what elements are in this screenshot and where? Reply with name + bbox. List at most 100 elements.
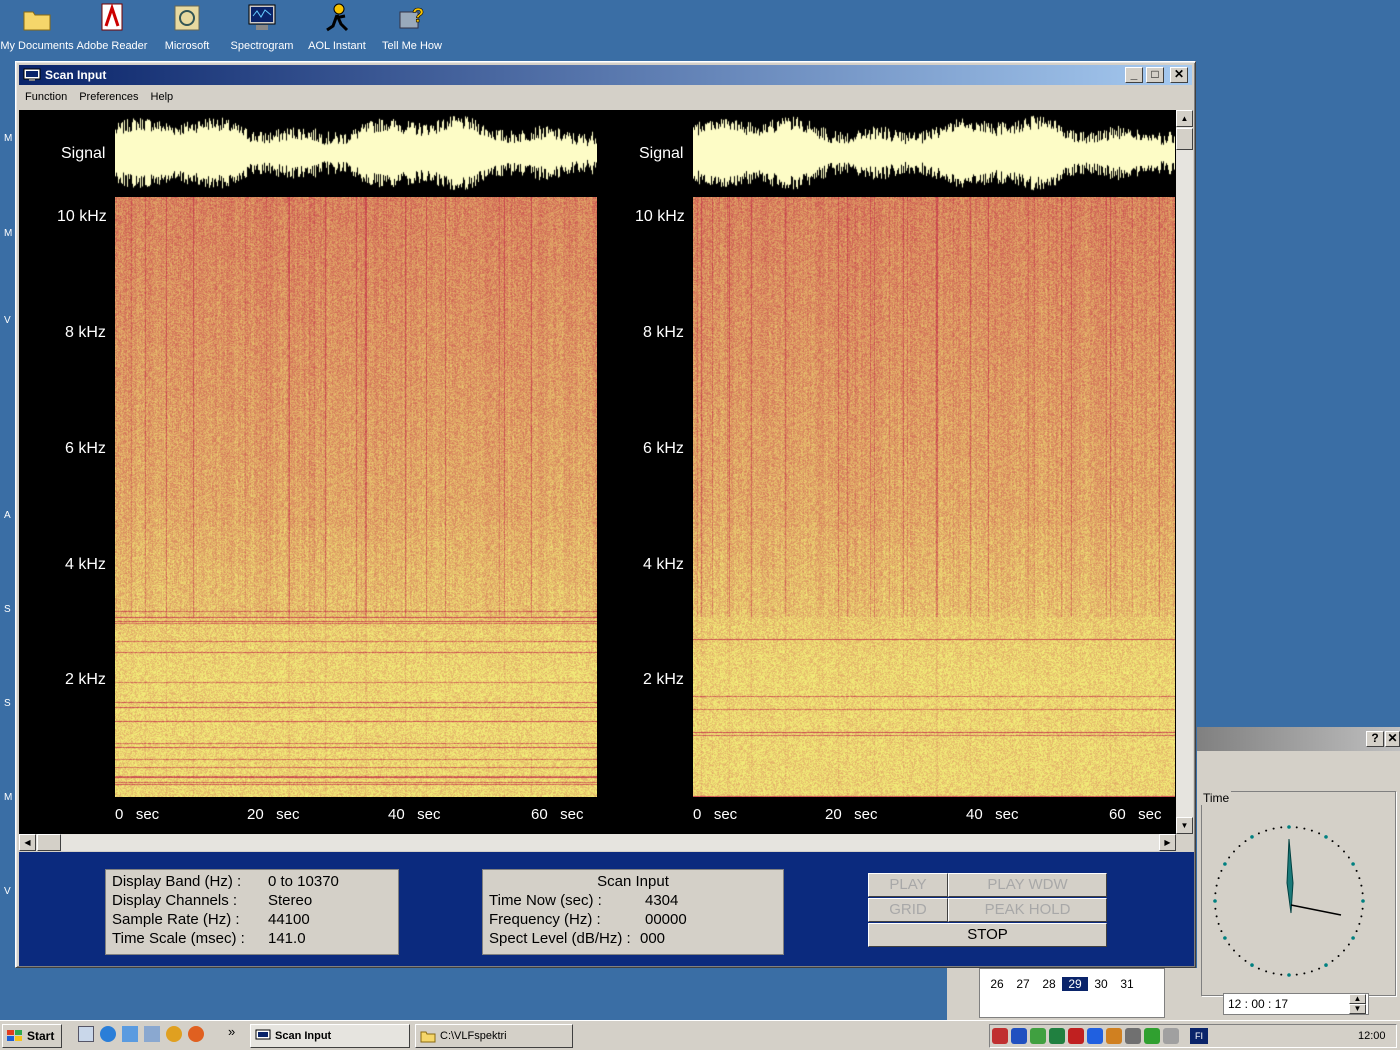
time-label: 20 sec <box>247 806 300 823</box>
clock-tick <box>1360 884 1363 887</box>
menu-help[interactable]: Help <box>145 91 180 103</box>
time-label: 60 sec <box>1109 806 1162 823</box>
outlook-express-icon[interactable] <box>122 1026 138 1042</box>
spectrogram-area: Signal 10 kHz 8 kHz 6 kHz 4 kHz 2 kHz 0 … <box>19 110 1176 834</box>
clock-tick <box>1228 856 1231 859</box>
time-label: 20 sec <box>825 806 878 823</box>
clock-tick <box>1337 845 1340 848</box>
clock-tick <box>1360 915 1363 918</box>
clock-tick <box>1347 856 1350 859</box>
clock-minute-hand <box>1290 904 1342 916</box>
menu-function[interactable]: Function <box>19 91 73 103</box>
window-title: Scan Input <box>45 68 107 82</box>
clock-tick <box>1324 963 1328 967</box>
control-buttons: PLAY PLAY WDW GRID PEAK HOLD STOP <box>868 873 1109 949</box>
clock-tick <box>1361 907 1364 910</box>
grid-button[interactable]: GRID <box>868 898 948 922</box>
scroll-down-button[interactable]: ▼ <box>1176 817 1193 834</box>
info-label: Display Band (Hz) : <box>112 873 242 890</box>
tray-icon[interactable] <box>1049 1028 1065 1044</box>
scroll-thumb[interactable] <box>37 834 61 851</box>
calendar-day[interactable]: 27 <box>1010 977 1036 991</box>
scroll-thumb[interactable] <box>1176 128 1193 150</box>
desktop-edge-label: V <box>4 886 11 897</box>
time-label: 40 sec <box>966 806 1019 823</box>
tray-icon[interactable] <box>992 1028 1008 1044</box>
clock-tick <box>1215 915 1218 918</box>
close-button[interactable]: ✕ <box>1385 731 1400 747</box>
desktop-icon-outlook[interactable]: Microsoft Outlook <box>150 2 224 53</box>
play-window-button[interactable]: PLAY WDW <box>948 873 1107 897</box>
calendar-day[interactable]: 31 <box>1114 977 1140 991</box>
menu-preferences[interactable]: Preferences <box>73 91 144 103</box>
scroll-up-button[interactable]: ▲ <box>1176 110 1193 127</box>
desktop-icon-spectrogram[interactable]: Spectrogram 12 <box>225 2 299 53</box>
clock-tick <box>1318 832 1321 835</box>
tray-icon[interactable] <box>1106 1028 1122 1044</box>
task-vlfspektri[interactable]: C:\VLFspektri <box>415 1024 573 1048</box>
tray-icon[interactable] <box>1125 1028 1141 1044</box>
clock-tick <box>1303 972 1306 975</box>
tray-icon[interactable] <box>1068 1028 1084 1044</box>
language-indicator[interactable]: FI <box>1190 1028 1208 1044</box>
tray-icon[interactable] <box>1011 1028 1027 1044</box>
clock-tick <box>1223 862 1227 866</box>
freq-label: 2 kHz <box>643 671 684 688</box>
clock-tick <box>1238 845 1241 848</box>
start-button[interactable]: Start <box>2 1024 62 1048</box>
freq-label: 2 kHz <box>65 671 106 688</box>
clock-tick <box>1244 840 1247 843</box>
play-button[interactable]: PLAY <box>868 873 948 897</box>
maximize-button[interactable]: □ <box>1146 67 1164 83</box>
calendar-day[interactable]: 28 <box>1036 977 1062 991</box>
window-titlebar[interactable]: Scan Input _ □ ✕ <box>19 65 1192 85</box>
task-scan-input[interactable]: Scan Input <box>250 1024 410 1048</box>
time-spin-up[interactable]: ▲ <box>1349 994 1366 1004</box>
desktop-icon-adobe-reader[interactable]: Adobe Reader 7.0 <box>75 2 149 53</box>
time-label: 60 sec <box>531 806 584 823</box>
info-label: Time Now (sec) : <box>489 892 602 909</box>
task-label: Scan Input <box>275 1030 332 1042</box>
vertical-scrollbar[interactable]: ▲ ▼ <box>1176 110 1193 834</box>
firefox-icon[interactable] <box>188 1026 204 1042</box>
clock-tick <box>1244 959 1247 962</box>
stop-button[interactable]: STOP <box>868 923 1107 947</box>
freq-label: 4 kHz <box>643 556 684 573</box>
time-label: 0 sec <box>115 806 160 823</box>
peak-hold-button[interactable]: PEAK HOLD <box>948 898 1107 922</box>
help-button[interactable]: ? <box>1366 731 1384 747</box>
close-button[interactable]: ✕ <box>1170 67 1188 83</box>
info-value: Stereo <box>268 892 313 909</box>
desktop-icon-help[interactable]: ? Tell Me How <box>375 2 449 53</box>
info-value: 4304 <box>645 892 679 909</box>
clock-tick <box>1287 973 1291 977</box>
clock-tick <box>1358 877 1361 880</box>
time-field[interactable]: 12 : 00 : 17 <box>1223 993 1369 1015</box>
calendar-day[interactable]: 26 <box>984 977 1010 991</box>
minimize-button[interactable]: _ <box>1125 67 1143 83</box>
media-player-icon[interactable] <box>166 1026 182 1042</box>
scroll-right-button[interactable]: ▶ <box>1159 834 1176 851</box>
tray-icon[interactable] <box>1163 1028 1179 1044</box>
show-desktop-icon[interactable] <box>78 1026 94 1042</box>
tray-icon[interactable] <box>1087 1028 1103 1044</box>
clock-tick <box>1361 892 1364 895</box>
calendar-day[interactable]: 29 <box>1062 977 1088 991</box>
quicklaunch <box>78 1026 204 1042</box>
desktop-icon-folder[interactable]: My Documents <box>0 2 74 53</box>
ie-icon[interactable] <box>100 1026 116 1042</box>
tray-icon[interactable] <box>1144 1028 1160 1044</box>
tray-icon[interactable] <box>1030 1028 1046 1044</box>
media-icon[interactable] <box>144 1026 160 1042</box>
time-spin-down[interactable]: ▼ <box>1349 1004 1366 1014</box>
clock-tick <box>1214 907 1217 910</box>
freq-label: 8 kHz <box>65 324 106 341</box>
taskbar: Start » Scan Input C:\VLFspektri FI 12:0… <box>0 1020 1400 1050</box>
clock[interactable]: 12:00 <box>1358 1030 1386 1042</box>
calendar-day[interactable]: 30 <box>1088 977 1114 991</box>
task-label: C:\VLFspektri <box>440 1030 507 1042</box>
horizontal-scrollbar[interactable]: ◀ ▶ <box>19 834 1176 851</box>
desktop-icon-aim[interactable]: AOL Instant Messenger <box>300 2 374 53</box>
scroll-left-button[interactable]: ◀ <box>19 834 36 851</box>
quicklaunch-chevron[interactable]: » <box>228 1024 235 1039</box>
